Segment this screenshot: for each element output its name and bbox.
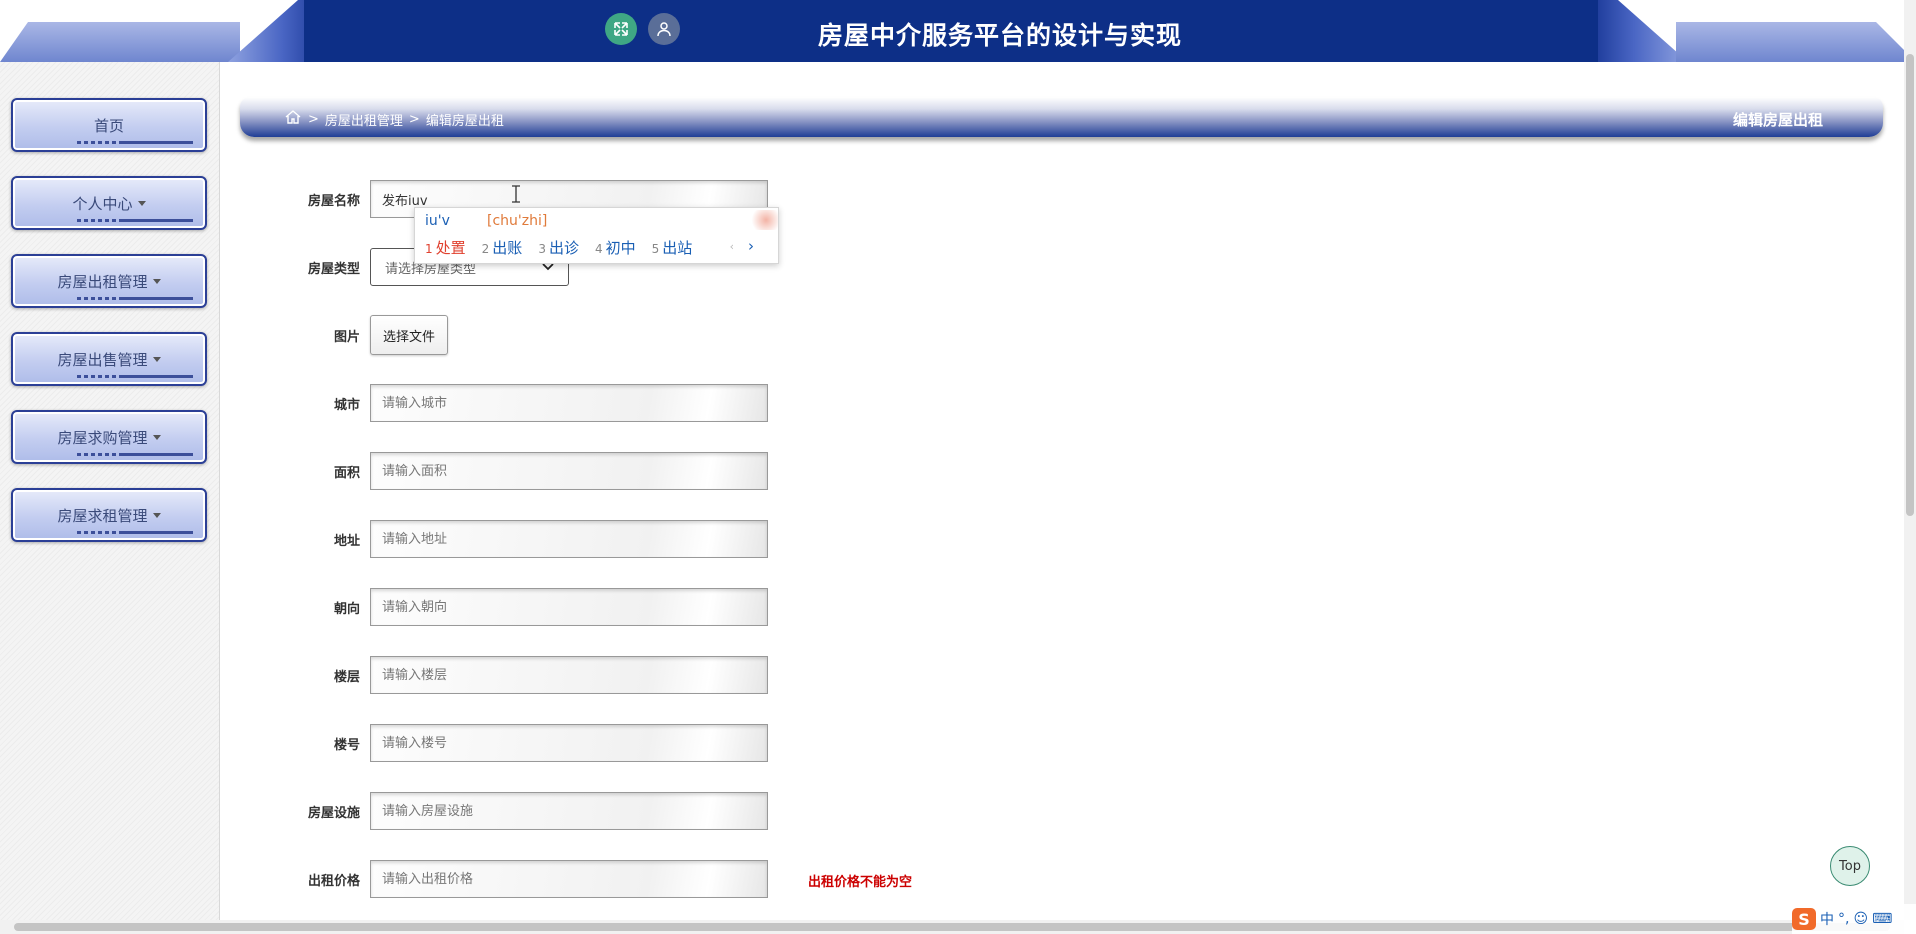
keyboard-icon[interactable]: ⌨ bbox=[1872, 911, 1892, 927]
ime-candidate[interactable]: 2 出账 bbox=[482, 237, 523, 258]
menu-decoration bbox=[77, 375, 193, 378]
ime-pinyin: [chu'zhi] bbox=[487, 213, 548, 229]
form-row-building-no: 楼号 bbox=[282, 723, 768, 763]
ime-candidate-popup: iu'v [chu'zhi] 1 处置 2 出账 3 出诊 4 初中 5 出站 ‹ › bbox=[414, 207, 779, 264]
form-row-facilities: 房屋设施 bbox=[282, 791, 768, 831]
page-title: 编辑房屋出租 bbox=[1732, 111, 1823, 129]
rent-price-input[interactable] bbox=[370, 860, 768, 898]
city-label: 城市 bbox=[333, 397, 360, 413]
ime-candidate-list: 1 处置 2 出账 3 出诊 4 初中 5 出站 bbox=[425, 237, 692, 258]
smiley-icon[interactable]: ☺ bbox=[1853, 911, 1868, 927]
menu-decoration bbox=[77, 453, 193, 456]
breadcrumb: > 房屋出租管理 > 编辑房屋出租 bbox=[284, 109, 504, 129]
caret-down-icon bbox=[152, 434, 161, 440]
address-label: 地址 bbox=[333, 533, 360, 549]
facilities-label: 房屋设施 bbox=[307, 805, 360, 821]
scrollbar-thumb[interactable] bbox=[14, 923, 1890, 931]
form-row-area: 面积 bbox=[282, 451, 768, 491]
sidebar-item-label: 房屋出售管理 bbox=[57, 350, 148, 369]
sidebar-item-label: 房屋求购管理 bbox=[57, 428, 148, 447]
breadcrumb-separator: > bbox=[308, 111, 319, 127]
text-cursor-icon bbox=[512, 185, 520, 203]
orientation-input[interactable] bbox=[370, 588, 768, 626]
form-row-city: 城市 bbox=[282, 383, 768, 423]
sidebar-item-rental-management[interactable]: 房屋出租管理 bbox=[11, 254, 207, 308]
name-label: 房屋名称 bbox=[307, 193, 360, 209]
floor-label: 楼层 bbox=[333, 669, 360, 685]
image-label: 图片 bbox=[333, 329, 360, 345]
ime-candidate[interactable]: 5 出站 bbox=[652, 237, 693, 258]
breadcrumb-level1[interactable]: 房屋出租管理 bbox=[325, 110, 403, 129]
form-row-image: 图片 选择文件 bbox=[282, 315, 449, 355]
sidebar-item-rent-request-management[interactable]: 房屋求租管理 bbox=[11, 488, 207, 542]
menu-decoration bbox=[77, 141, 193, 144]
rent-price-error: 出租价格不能为空 bbox=[808, 875, 913, 890]
menu-decoration bbox=[77, 531, 193, 534]
sidebar-item-label: 个人中心 bbox=[72, 194, 133, 213]
sidebar-item-purchase-request-management[interactable]: 房屋求购管理 bbox=[11, 410, 207, 464]
building-no-label: 楼号 bbox=[333, 737, 360, 753]
address-input[interactable] bbox=[370, 520, 768, 558]
form-row-rent-price: 出租价格 bbox=[282, 859, 768, 899]
caret-down-icon bbox=[152, 356, 161, 362]
ime-page-prev-icon[interactable]: ‹ bbox=[730, 240, 734, 253]
area-label: 面积 bbox=[333, 465, 360, 481]
chevron-down-icon bbox=[542, 263, 554, 271]
caret-down-icon bbox=[152, 278, 161, 284]
back-to-top-button[interactable]: Top bbox=[1830, 846, 1870, 886]
ime-composition: iu'v bbox=[425, 213, 450, 229]
form-row-orientation: 朝向 bbox=[282, 587, 768, 627]
type-label: 房屋类型 bbox=[307, 261, 360, 277]
form-row-floor: 楼层 bbox=[282, 655, 768, 695]
breadcrumb-level2: 编辑房屋出租 bbox=[425, 113, 504, 129]
home-icon[interactable] bbox=[284, 109, 302, 129]
sidebar-item-label: 房屋求租管理 bbox=[57, 506, 148, 525]
area-input[interactable] bbox=[370, 452, 768, 490]
building-no-input[interactable] bbox=[370, 724, 768, 762]
breadcrumb-bar: > 房屋出租管理 > 编辑房屋出租 编辑房屋出租 bbox=[240, 97, 1883, 137]
menu-decoration bbox=[77, 297, 193, 300]
ime-candidate[interactable]: 3 出诊 bbox=[538, 237, 579, 258]
ime-page-next-icon[interactable]: › bbox=[748, 237, 754, 255]
sidebar-item-personal-center[interactable]: 个人中心 bbox=[11, 176, 207, 230]
city-input[interactable] bbox=[370, 384, 768, 422]
ime-status-tray: S 中 °, ☺ ⌨ bbox=[1792, 904, 1916, 934]
scrollbar-thumb[interactable] bbox=[1906, 54, 1914, 516]
sidebar-item-label: 首页 bbox=[93, 116, 124, 135]
facilities-input[interactable] bbox=[370, 792, 768, 830]
vertical-scrollbar[interactable] bbox=[1904, 0, 1916, 920]
ime-punctuation-toggle[interactable]: °, bbox=[1838, 911, 1849, 927]
ime-language-toggle[interactable]: 中 bbox=[1820, 909, 1834, 929]
ime-logo-icon bbox=[748, 210, 778, 230]
sidebar-item-sale-management[interactable]: 房屋出售管理 bbox=[11, 332, 207, 386]
form-row-address: 地址 bbox=[282, 519, 768, 559]
menu-decoration bbox=[77, 219, 193, 222]
floor-input[interactable] bbox=[370, 656, 768, 694]
rent-price-label: 出租价格 bbox=[307, 873, 360, 889]
horizontal-scrollbar[interactable] bbox=[0, 920, 1904, 934]
sidebar-item-label: 房屋出租管理 bbox=[57, 272, 148, 291]
choose-file-button[interactable]: 选择文件 bbox=[370, 315, 449, 355]
ime-candidate[interactable]: 1 处置 bbox=[425, 237, 466, 258]
orientation-label: 朝向 bbox=[333, 601, 360, 617]
sidebar: 首页 个人中心 房屋出租管理 房屋出售管理 房屋求购管理 房屋求租管理 bbox=[0, 62, 220, 920]
sidebar-item-home[interactable]: 首页 bbox=[11, 98, 207, 152]
app-title: 房屋中介服务平台的设计与实现 bbox=[817, 21, 1182, 50]
breadcrumb-separator: > bbox=[408, 111, 420, 127]
caret-down-icon bbox=[152, 512, 161, 518]
top-header: 房屋中介服务平台的设计与实现 bbox=[0, 0, 1916, 62]
ime-candidate[interactable]: 4 初中 bbox=[595, 237, 636, 258]
caret-down-icon bbox=[137, 200, 146, 206]
sogou-logo-icon[interactable]: S bbox=[1792, 908, 1816, 930]
